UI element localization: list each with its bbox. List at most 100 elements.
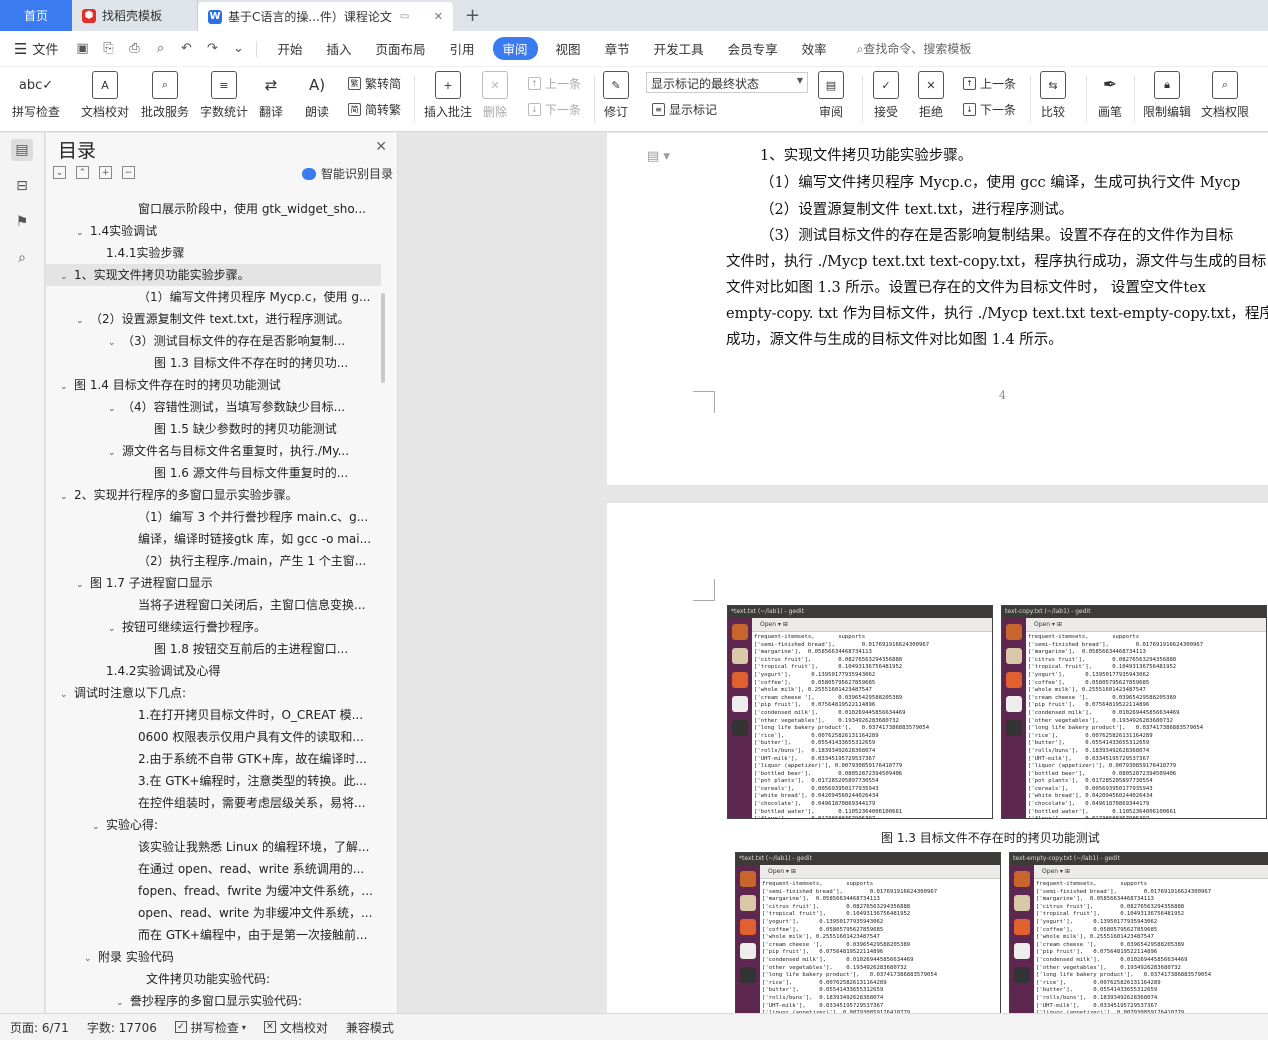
print-icon[interactable]: ⎙ [124,41,144,56]
page-indicator[interactable]: 页面: 6/71 [10,1019,69,1036]
toc-item[interactable]: ⌄ 实验心得: [46,814,381,836]
toc-item[interactable]: 1.4.1实验步骤 [46,242,381,264]
menu-member[interactable]: 会员专享 [728,39,778,58]
toc-item[interactable]: ⌄ 源文件名与目标文件名重复时，执行./My... [46,440,381,462]
toc-item[interactable]: ⌄ 誊抄程序的多窗口显示实验代码: [46,990,381,1012]
read-aloud-button[interactable]: A) 朗读 [304,71,330,120]
toc-item[interactable]: 图 1.5 缺少参数时的拷贝功能测试 [46,418,381,440]
menu-review[interactable]: 审阅 [492,37,538,60]
menu-view[interactable]: 视图 [556,39,581,58]
toc-item[interactable]: ⌄ 图 1.7 子进程窗口显示 [46,572,381,594]
save-icon[interactable]: ▣ [72,41,92,56]
doc-permission-button[interactable]: ⌕ 文档权限 [1201,71,1249,120]
toc-item[interactable]: ⌄ 图 1.4 目标文件存在时的拷贝功能测试 [46,374,381,396]
to-traditional-button[interactable]: 繁繁转简 [348,75,401,92]
show-markup-button[interactable]: ≡ 显示标记 [652,101,717,118]
toc-icon[interactable]: ▤ [11,139,33,161]
menu-start[interactable]: 开始 [277,39,302,58]
next-comment-button[interactable]: ↓ 下一条 [528,101,581,118]
toc-item[interactable]: 窗口展示阶段中，使用 gtk_widget_sho... [46,198,381,220]
remove-level-icon[interactable]: − [122,166,135,179]
doc-proof-toggle[interactable]: ✕ 文档校对 [263,1019,328,1036]
word-count-button[interactable]: ≡ 字数统计 [200,71,248,120]
document-outline-icon[interactable]: ▤ ▾ [647,149,670,164]
restrict-edit-button[interactable]: 🔒︎ 限制编辑 [1143,71,1191,120]
new-tab-button[interactable]: + [453,0,492,31]
menu-chapter[interactable]: 章节 [605,39,630,58]
collapse-icon[interactable]: ⌃ [76,166,89,179]
track-changes-button[interactable]: ✎ 修订 [603,71,629,120]
file-menu-button[interactable]: ☰ 文件 [14,39,58,59]
search-icon[interactable]: ⌕ [11,247,33,269]
toc-item[interactable]: 1.在打开拷贝目标文件时，O_CREAT 模... [46,704,381,726]
toc-item[interactable]: fopen、fread、fwrite 为缓冲文件系统，... [46,880,381,902]
translate-button[interactable]: ⇄ 翻译 [258,71,284,120]
toc-item[interactable]: 该实验让我熟悉 Linux 的编程环境，了解... [46,836,381,858]
chevron-down-icon[interactable]: ⌄ [116,992,130,1012]
menu-developer[interactable]: 开发工具 [654,39,704,58]
chevron-down-icon[interactable]: ⌄ [228,41,248,56]
toc-item[interactable]: 2.由于系统不自带 GTK+库，故在编译时... [46,748,381,770]
doc-proof-button[interactable]: A 文档校对 [81,71,129,120]
smart-toc-button[interactable]: 智能识别目录 [301,165,393,182]
menu-references[interactable]: 引用 [450,39,475,58]
to-simplified-button[interactable]: 简简转繁 [348,101,401,118]
chevron-down-icon[interactable]: ⌄ [76,574,90,594]
toc-item[interactable]: 1.4.2实验调试及心得 [46,660,381,682]
spell-check-button[interactable]: abc✓ 拼写检查 [12,71,60,120]
compare-button[interactable]: ⇆ 比较 [1040,71,1066,120]
toc-item[interactable]: ⌄ 调试时注意以下几点: [46,682,381,704]
spell-check-toggle[interactable]: ✓ 拼写检查 ▾ [174,1019,246,1036]
toc-item[interactable]: ⌄ 按钮可继续运行誊抄程序。 [46,616,381,638]
undo-icon[interactable]: ↶ [176,41,196,56]
accept-button[interactable]: ✓ 接受 [873,71,899,120]
toc-item[interactable]: 在通过 open、read、write 系统调用的... [46,858,381,880]
chevron-down-icon[interactable]: ⌄ [108,398,122,418]
toc-item[interactable]: （1）编写 3 个并行誊抄程序 main.c、g... [46,506,381,528]
review-pane-button[interactable]: ▤ 审阅 [818,71,844,120]
menu-efficiency[interactable]: 效率 [802,39,827,58]
chevron-down-icon[interactable]: ⌄ [108,618,122,638]
prev-comment-button[interactable]: ↑ 上一条 [528,75,581,92]
redo-icon[interactable]: ↷ [202,41,222,56]
print-preview-icon[interactable]: ⌕ [150,41,170,56]
toc-item[interactable]: 图 1.3 目标文件不存在时的拷贝功... [46,352,381,374]
monitor-icon[interactable]: ▭ [400,11,409,22]
toc-item[interactable]: （1）编写文件拷贝程序 Mycp.c，使用 g... [46,286,381,308]
chevron-down-icon[interactable]: ⌄ [76,310,90,330]
annotate-service-button[interactable]: ⌕ 批改服务 [141,71,189,120]
word-count-indicator[interactable]: 字数: 17706 [87,1019,157,1036]
pen-button[interactable]: ✒ 画笔 [1097,71,1123,120]
toc-item[interactable]: 0600 权限表示仅用户具有文件的读取和... [46,726,381,748]
chevron-down-icon[interactable]: ⌄ [84,948,98,968]
add-level-icon[interactable]: + [99,166,112,179]
document-page[interactable]: *text.txt (~/lab1) - gedit Open ▾ ⊞ freq… [607,503,1268,1013]
toc-item[interactable]: 图 1.8 按钮交互前后的主进程窗口... [46,638,381,660]
toc-item[interactable]: （2）执行主程序./main，产生 1 个主窗... [46,550,381,572]
toc-item[interactable]: ⌄ 2、实现并行程序的多窗口显示实验步骤。 [46,484,381,506]
toc-item[interactable]: ⌄ （4）容错性测试，当填写参数缺少目标... [46,396,381,418]
document-page[interactable]: ▤ ▾ 1、实现文件拷贝功能实验步骤。 （1）编写文件拷贝程序 Mycp.c，使… [607,133,1268,485]
command-search[interactable]: ⌕查找命令、搜索模板 [857,40,972,57]
toc-item[interactable]: ⌄ 1、实现文件拷贝功能实验步骤。 [46,264,381,286]
tab-document[interactable]: W 基于C语言的操...件）课程论文 ▭ ✕ [198,2,453,31]
reject-button[interactable]: ✕ 拒绝 [918,71,944,120]
toc-item[interactable]: 3.在 GTK+编程时，注意类型的转换。此... [46,770,381,792]
chevron-down-icon[interactable]: ⌄ [108,442,122,462]
export-pdf-icon[interactable]: ⎘ [98,41,118,56]
delete-comment-button[interactable]: ✕ 删除 [482,71,508,120]
chevron-down-icon[interactable]: ⌄ [76,222,90,242]
toc-item[interactable]: 在控件组装时，需要考虑层级关系，易将... [46,792,381,814]
toc-scrollbar[interactable] [381,293,385,383]
bookmark-icon[interactable]: ⚑ [11,211,33,233]
chevron-down-icon[interactable]: ⌄ [108,332,122,352]
close-icon[interactable]: ✕ [375,139,387,155]
toc-item[interactable]: ⌄ （2）设置源复制文件 text.txt，进行程序测试。 [46,308,381,330]
toc-item[interactable]: 图 1.6 源文件与目标文件重复时的... [46,462,381,484]
markup-state-select[interactable]: 显示标记的最终状态 ▼ [646,72,808,93]
toc-item[interactable]: ⌄ 附录 实验代码 [46,946,381,968]
next-change-button[interactable]: ↓ 下一条 [963,101,1016,118]
chevron-down-icon[interactable]: ⌄ [60,266,74,286]
tab-home[interactable]: 首页 [0,0,72,31]
toc-item[interactable]: 而在 GTK+编程中，由于是第一次接触前... [46,924,381,946]
